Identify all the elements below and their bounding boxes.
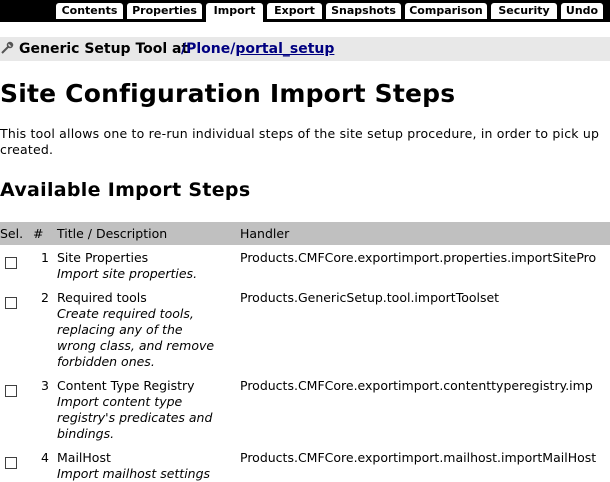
step-handler: Products.CMFCore.exportimport.mailhost.i… bbox=[240, 450, 597, 465]
step-title: Required tools bbox=[57, 290, 147, 305]
page-title: Site Configuration Import Steps bbox=[0, 79, 456, 108]
table-header: Sel. # Title / Description Handler bbox=[0, 222, 610, 245]
breadcrumb-plone-link[interactable]: /Plone bbox=[181, 41, 230, 57]
row-checkbox[interactable] bbox=[5, 297, 17, 309]
tab-export[interactable]: Export bbox=[267, 3, 322, 19]
step-description: Create required tools, replacing any of … bbox=[57, 306, 215, 369]
row-checkbox[interactable] bbox=[5, 385, 17, 397]
step-title: Site Properties bbox=[57, 250, 149, 265]
step-title: Content Type Registry bbox=[57, 378, 195, 393]
tab-snapshots[interactable]: Snapshots bbox=[326, 3, 401, 19]
intro-text: This tool allows one to re-run individua… bbox=[0, 126, 600, 157]
location-bar: Generic Setup Tool at /Plone/portal_setu… bbox=[0, 37, 610, 61]
table-row: 1 Site Properties Import site properties… bbox=[0, 250, 610, 284]
tab-security[interactable]: Security bbox=[491, 3, 557, 19]
header-title-description: Title / Description bbox=[57, 226, 168, 241]
tab-bar: Contents Properties Import Export Snapsh… bbox=[0, 0, 610, 22]
breadcrumb-portal-setup-link[interactable]: portal_setup bbox=[235, 41, 334, 57]
row-number: 3 bbox=[41, 378, 49, 393]
row-checkbox[interactable] bbox=[5, 257, 17, 269]
step-description: Import site properties. bbox=[57, 266, 198, 281]
header-handler: Handler bbox=[240, 226, 290, 241]
tab-contents[interactable]: Contents bbox=[56, 3, 123, 19]
step-description: Import mailhost settings bbox=[57, 466, 211, 481]
section-title: Available Import Steps bbox=[0, 179, 251, 201]
row-number: 2 bbox=[41, 290, 49, 305]
row-checkbox[interactable] bbox=[5, 457, 17, 469]
tab-comparison[interactable]: Comparison bbox=[405, 3, 487, 19]
wrench-icon bbox=[1, 41, 14, 54]
table-row: 4 MailHost Import mailhost settings Prod… bbox=[0, 450, 610, 481]
tab-import[interactable]: Import bbox=[206, 3, 263, 22]
step-handler: Products.CMFCore.exportimport.properties… bbox=[240, 250, 597, 265]
row-number: 4 bbox=[41, 450, 49, 465]
step-title: MailHost bbox=[57, 450, 111, 465]
table-row: 2 Required tools Create required tools, … bbox=[0, 290, 610, 372]
row-number: 1 bbox=[41, 250, 49, 265]
location-label: Generic Setup Tool at bbox=[19, 41, 189, 57]
table-row: 3 Content Type Registry Import content t… bbox=[0, 378, 610, 444]
header-number: # bbox=[33, 226, 44, 241]
step-handler: Products.GenericSetup.tool.importToolset bbox=[240, 290, 500, 305]
location-path: /Plone/portal_setup bbox=[181, 37, 334, 61]
step-description: Import content type registry's predicate… bbox=[57, 394, 213, 441]
header-sel: Sel. bbox=[0, 226, 24, 241]
tab-undo[interactable]: Undo bbox=[561, 3, 603, 19]
step-handler: Products.CMFCore.exportimport.contenttyp… bbox=[240, 378, 593, 393]
tab-properties[interactable]: Properties bbox=[127, 3, 202, 19]
